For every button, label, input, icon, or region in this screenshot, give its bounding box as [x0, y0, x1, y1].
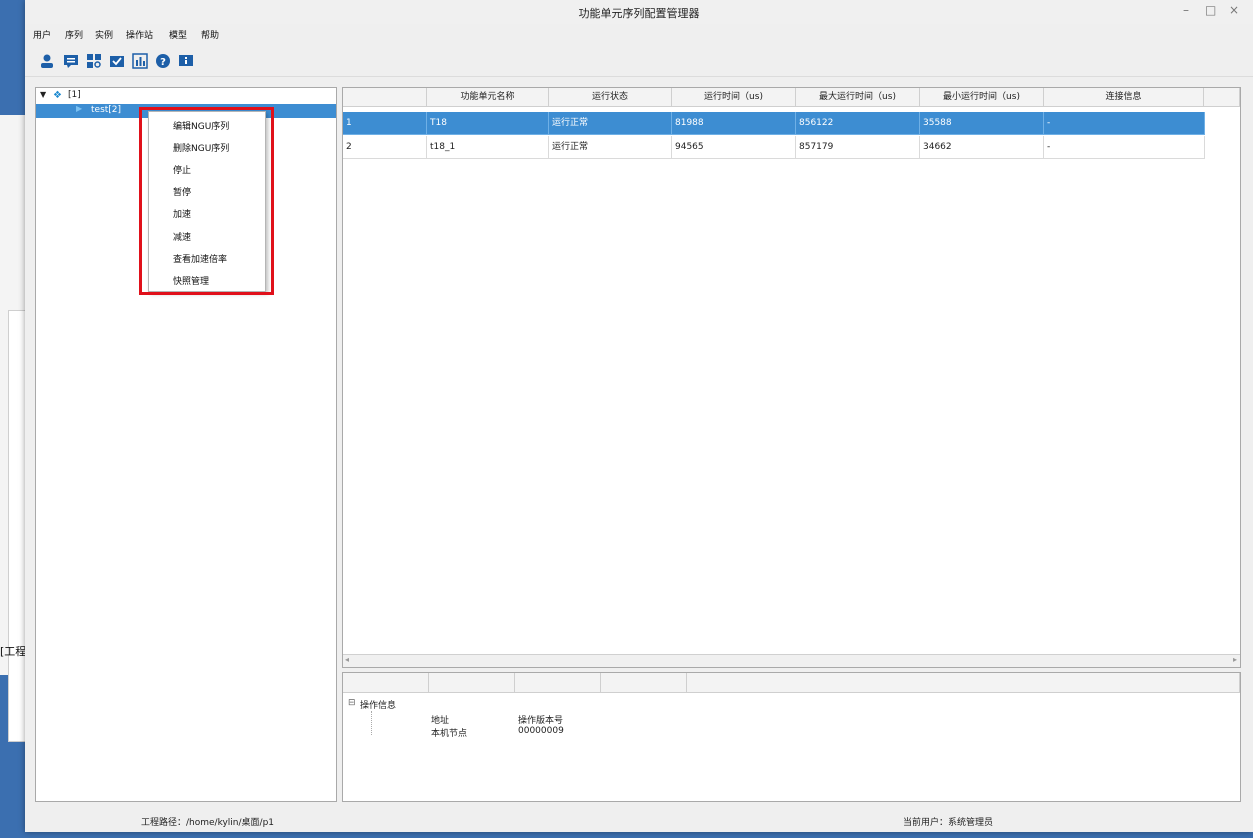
tree-node-root[interactable]: ▼ ❖ [1]: [36, 90, 336, 104]
tree-guide-line: [371, 711, 378, 735]
menu-sequence[interactable]: 序列: [65, 28, 83, 41]
close-button[interactable]: ×: [1229, 3, 1239, 17]
grid-search-icon[interactable]: [85, 52, 103, 70]
main-window: 功能单元序列配置管理器 – □ × 用户 序列 实例 操作站 模型 帮助 ? ▼…: [25, 0, 1253, 832]
info-section-label: 操作信息: [360, 701, 397, 711]
chart-icon[interactable]: [131, 52, 149, 70]
cell-connection: -: [1044, 136, 1205, 159]
column-header-filler: [1204, 88, 1240, 107]
node-arrow-icon: ▶: [76, 104, 83, 113]
current-user: 当前用户：系统管理员: [903, 818, 994, 828]
horizontal-scrollbar[interactable]: ◂ ▸: [343, 654, 1240, 667]
window-title: 功能单元序列配置管理器: [578, 7, 700, 20]
column-header-run-time[interactable]: 运行时间（us): [672, 88, 796, 107]
tree-child-label: test[2]: [91, 105, 122, 115]
cell-index: 1: [343, 112, 427, 135]
mail-check-icon[interactable]: [108, 52, 126, 70]
cell-status: 运行正常: [549, 112, 672, 135]
collapse-icon[interactable]: ⊟: [348, 698, 356, 708]
info-local-node-label: 本机节点: [431, 729, 468, 739]
comment-icon[interactable]: [62, 52, 80, 70]
cell-max-time: 857179: [796, 136, 920, 159]
node-diamond-icon: ❖: [53, 90, 62, 101]
scroll-left-icon[interactable]: ◂: [345, 655, 349, 664]
column-header-status[interactable]: 运行状态: [549, 88, 672, 107]
cell-min-time: 34662: [920, 136, 1044, 159]
svg-text:?: ?: [160, 57, 166, 68]
title-bar: 功能单元序列配置管理器 – □ ×: [25, 0, 1253, 24]
info-header-2[interactable]: [429, 673, 515, 693]
tree-root-label: [1]: [68, 90, 81, 100]
column-header-connection[interactable]: 连接信息: [1044, 88, 1204, 107]
info-header-3[interactable]: [515, 673, 601, 693]
background-window-label: [工程: [0, 645, 27, 658]
minimize-button[interactable]: –: [1183, 3, 1189, 17]
cell-status: 运行正常: [549, 136, 672, 159]
menu-instance[interactable]: 实例: [95, 28, 113, 41]
column-header-min-time[interactable]: 最小运行时间（us): [920, 88, 1044, 107]
table-row[interactable]: 2 t18_1 运行正常 94565 857179 34662 -: [343, 136, 1205, 159]
project-path: 工程路径：/home/kylin/桌面/p1: [141, 818, 275, 828]
info-header-1[interactable]: [343, 673, 429, 693]
cell-name: t18_1: [427, 136, 549, 159]
info-panel: ⊟ 操作信息 地址 操作版本号 本机节点 00000009: [342, 672, 1241, 802]
cell-run-time: 81988: [672, 112, 796, 135]
cell-max-time: 856122: [796, 112, 920, 135]
scroll-right-icon[interactable]: ▸: [1233, 655, 1237, 664]
help-icon[interactable]: ?: [154, 52, 172, 70]
menu-model[interactable]: 模型: [169, 28, 187, 41]
info-header-5[interactable]: [687, 673, 1240, 693]
table-row[interactable]: 1 T18 运行正常 81988 856122 35588 -: [343, 112, 1205, 135]
info-address-label: 地址: [431, 716, 450, 726]
info-version-label: 操作版本号: [518, 716, 564, 726]
cell-min-time: 35588: [920, 112, 1044, 135]
column-header-index[interactable]: [343, 88, 427, 107]
expand-arrow-icon[interactable]: ▼: [40, 90, 46, 99]
cell-run-time: 94565: [672, 136, 796, 159]
status-bar: 工程路径：/home/kylin/桌面/p1 当前用户：系统管理员: [25, 812, 1253, 832]
cell-index: 2: [343, 136, 427, 159]
column-header-name[interactable]: 功能单元名称: [427, 88, 549, 107]
info-icon[interactable]: [177, 52, 195, 70]
menu-station[interactable]: 操作站: [126, 28, 153, 41]
toolbar: ?: [25, 46, 1253, 77]
menu-bar: 用户 序列 实例 操作站 模型 帮助: [25, 25, 1253, 43]
cell-connection: -: [1044, 112, 1205, 135]
highlight-box: [139, 107, 274, 295]
column-header-max-time[interactable]: 最大运行时间（us): [796, 88, 920, 107]
info-header-4[interactable]: [601, 673, 687, 693]
menu-user[interactable]: 用户: [33, 28, 51, 41]
cell-name: T18: [427, 112, 549, 135]
menu-help[interactable]: 帮助: [201, 28, 219, 41]
info-local-node-value: 00000009: [518, 726, 564, 736]
maximize-button[interactable]: □: [1205, 3, 1216, 17]
user-icon[interactable]: [38, 52, 56, 70]
sequence-table: 功能单元名称 运行状态 运行时间（us) 最大运行时间（us) 最小运行时间（u…: [342, 87, 1241, 668]
